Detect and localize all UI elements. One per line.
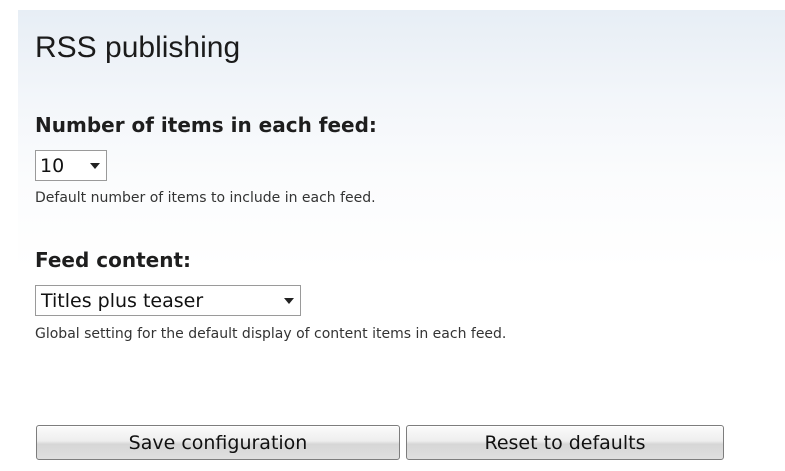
feed-content-description: Global setting for the default display o…	[35, 326, 507, 342]
chevron-down-icon	[84, 151, 106, 180]
items-per-feed-select[interactable]: 10	[35, 150, 107, 181]
save-configuration-button[interactable]: Save configuration	[36, 425, 400, 460]
feed-content-label: Feed content:	[35, 248, 192, 272]
items-per-feed-label: Number of items in each feed:	[35, 113, 377, 137]
reset-to-defaults-button[interactable]: Reset to defaults	[406, 425, 724, 460]
chevron-down-icon	[278, 286, 300, 315]
feed-content-value: Titles plus teaser	[41, 289, 204, 312]
items-per-feed-description: Default number of items to include in ea…	[35, 190, 376, 206]
feed-content-select[interactable]: Titles plus teaser	[35, 285, 301, 316]
rss-settings-panel: RSS publishing Number of items in each f…	[18, 10, 785, 471]
items-per-feed-value: 10	[40, 154, 65, 177]
page-title: RSS publishing	[35, 31, 241, 64]
